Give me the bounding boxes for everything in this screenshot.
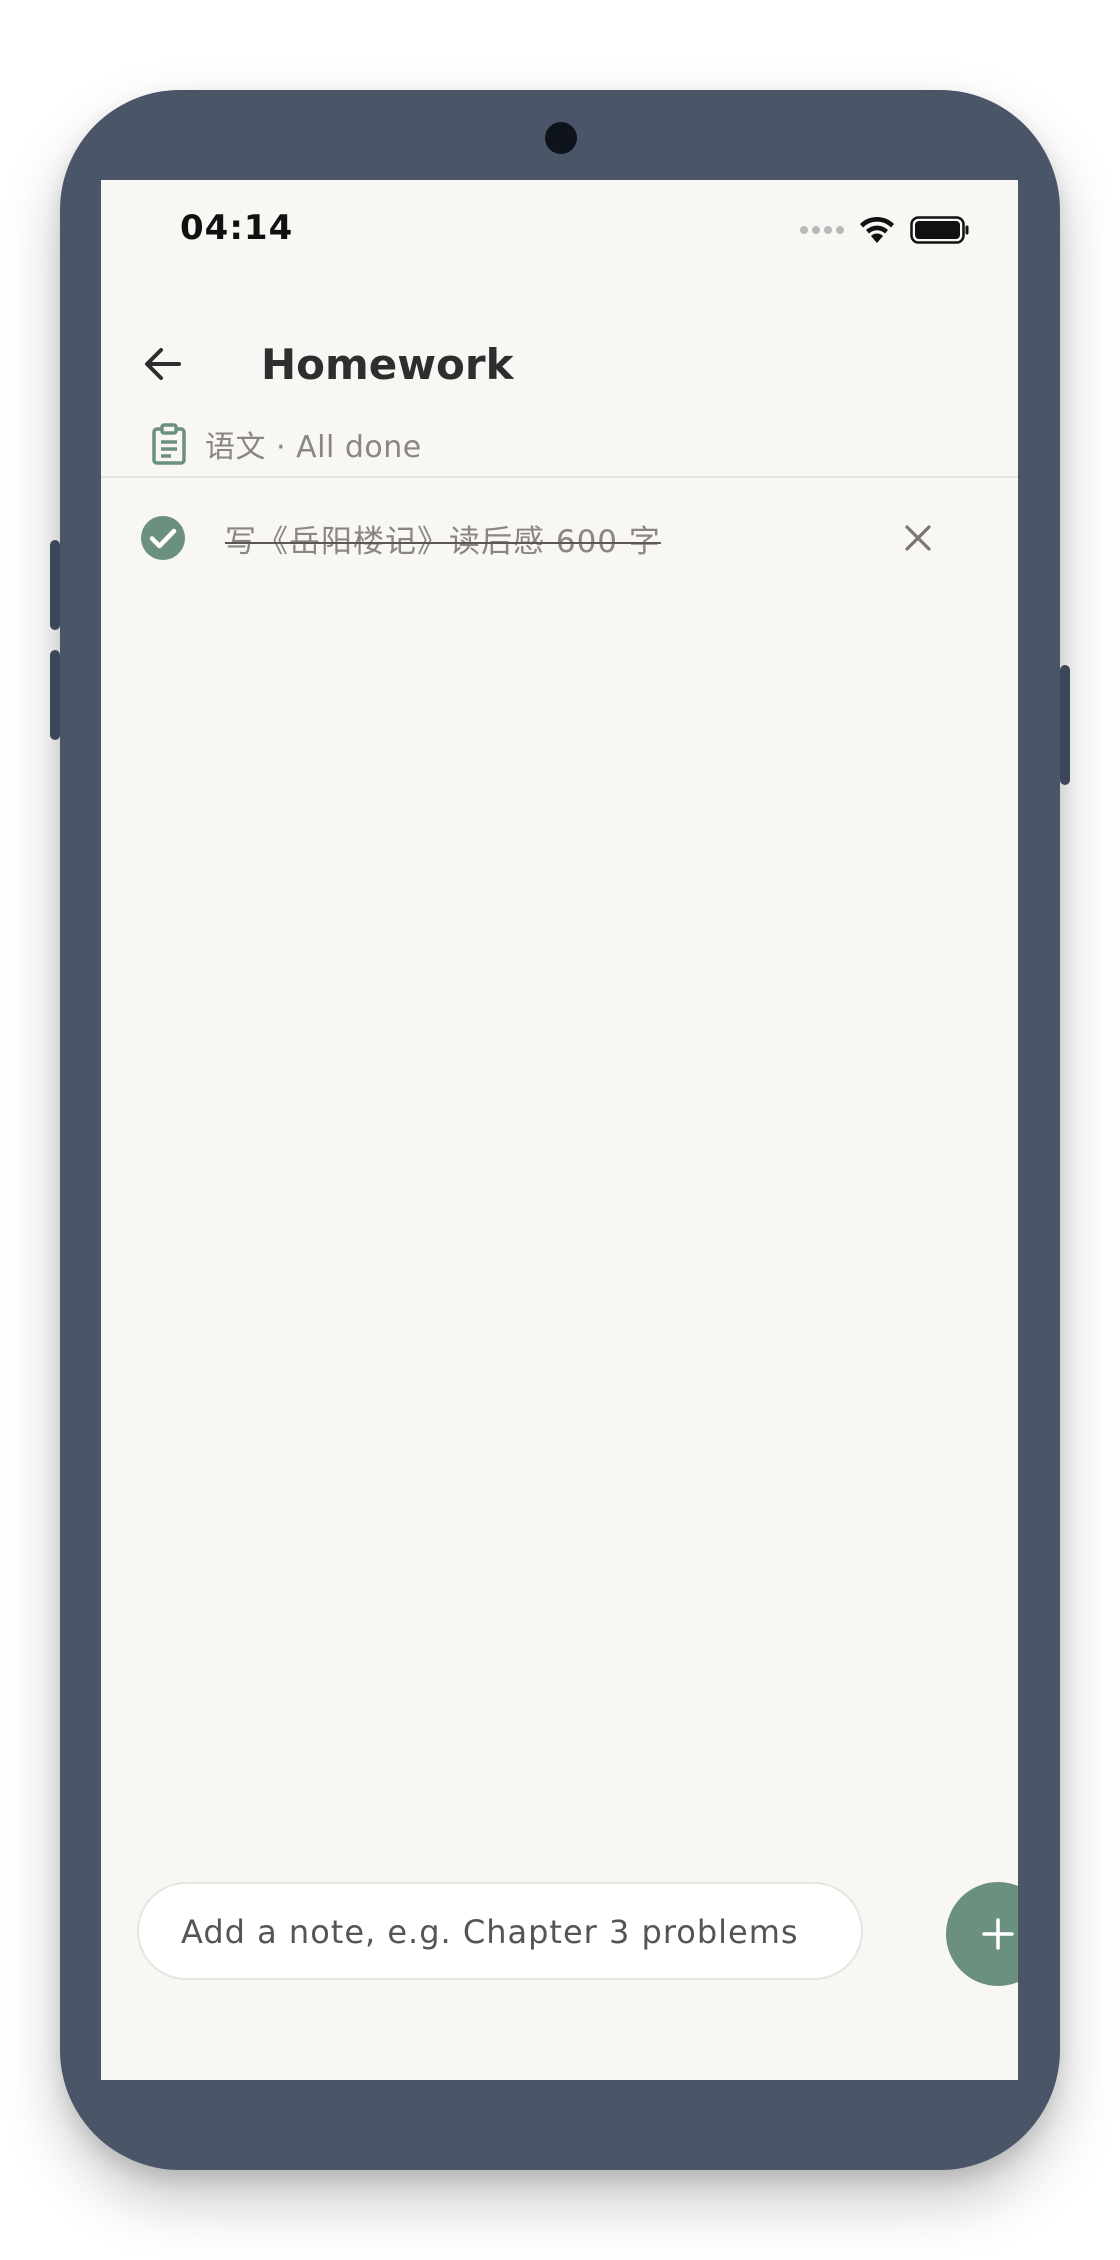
note-input[interactable] (179, 1884, 843, 1980)
subject-status-text: 语文 · All done (205, 430, 422, 465)
add-note-button[interactable] (946, 1882, 1018, 1986)
subject-status-bar: 语文 · All done (101, 412, 1018, 478)
delete-task-button[interactable] (898, 518, 938, 558)
page-title: Homework (261, 340, 514, 389)
screen: 04:14 Homework 语文 · All done 写《岳阳楼记》读后感 … (101, 180, 1018, 2080)
stage: 04:14 Homework 语文 · All done 写《岳阳楼记》读后感 … (0, 0, 1120, 2260)
phone-frame: 04:14 Homework 语文 · All done 写《岳阳楼记》读后感 … (50, 90, 1070, 2170)
power-button (1060, 665, 1070, 785)
front-camera (545, 122, 577, 154)
status-icons (800, 210, 970, 250)
task-text: 写《岳阳楼记》读后感 600 字 (225, 524, 661, 560)
task-checkbox[interactable] (139, 514, 187, 562)
volume-up-button (50, 540, 60, 630)
check-circle-icon (141, 516, 185, 560)
arrow-left-icon (145, 348, 181, 380)
note-input-container (137, 1882, 863, 1980)
volume-down-button (50, 650, 60, 740)
signal-icon (800, 226, 844, 234)
close-icon (905, 525, 931, 551)
status-time: 04:14 (180, 208, 294, 248)
wifi-icon (860, 216, 894, 243)
status-bar: 04:14 (101, 180, 1018, 280)
clipboard-icon (149, 422, 189, 466)
app-bar: Homework (101, 320, 1018, 410)
task-row: 写《岳阳楼记》读后感 600 字 (101, 490, 1018, 586)
back-button[interactable] (137, 338, 189, 390)
plus-icon (982, 1918, 1014, 1950)
battery-icon (910, 216, 969, 244)
